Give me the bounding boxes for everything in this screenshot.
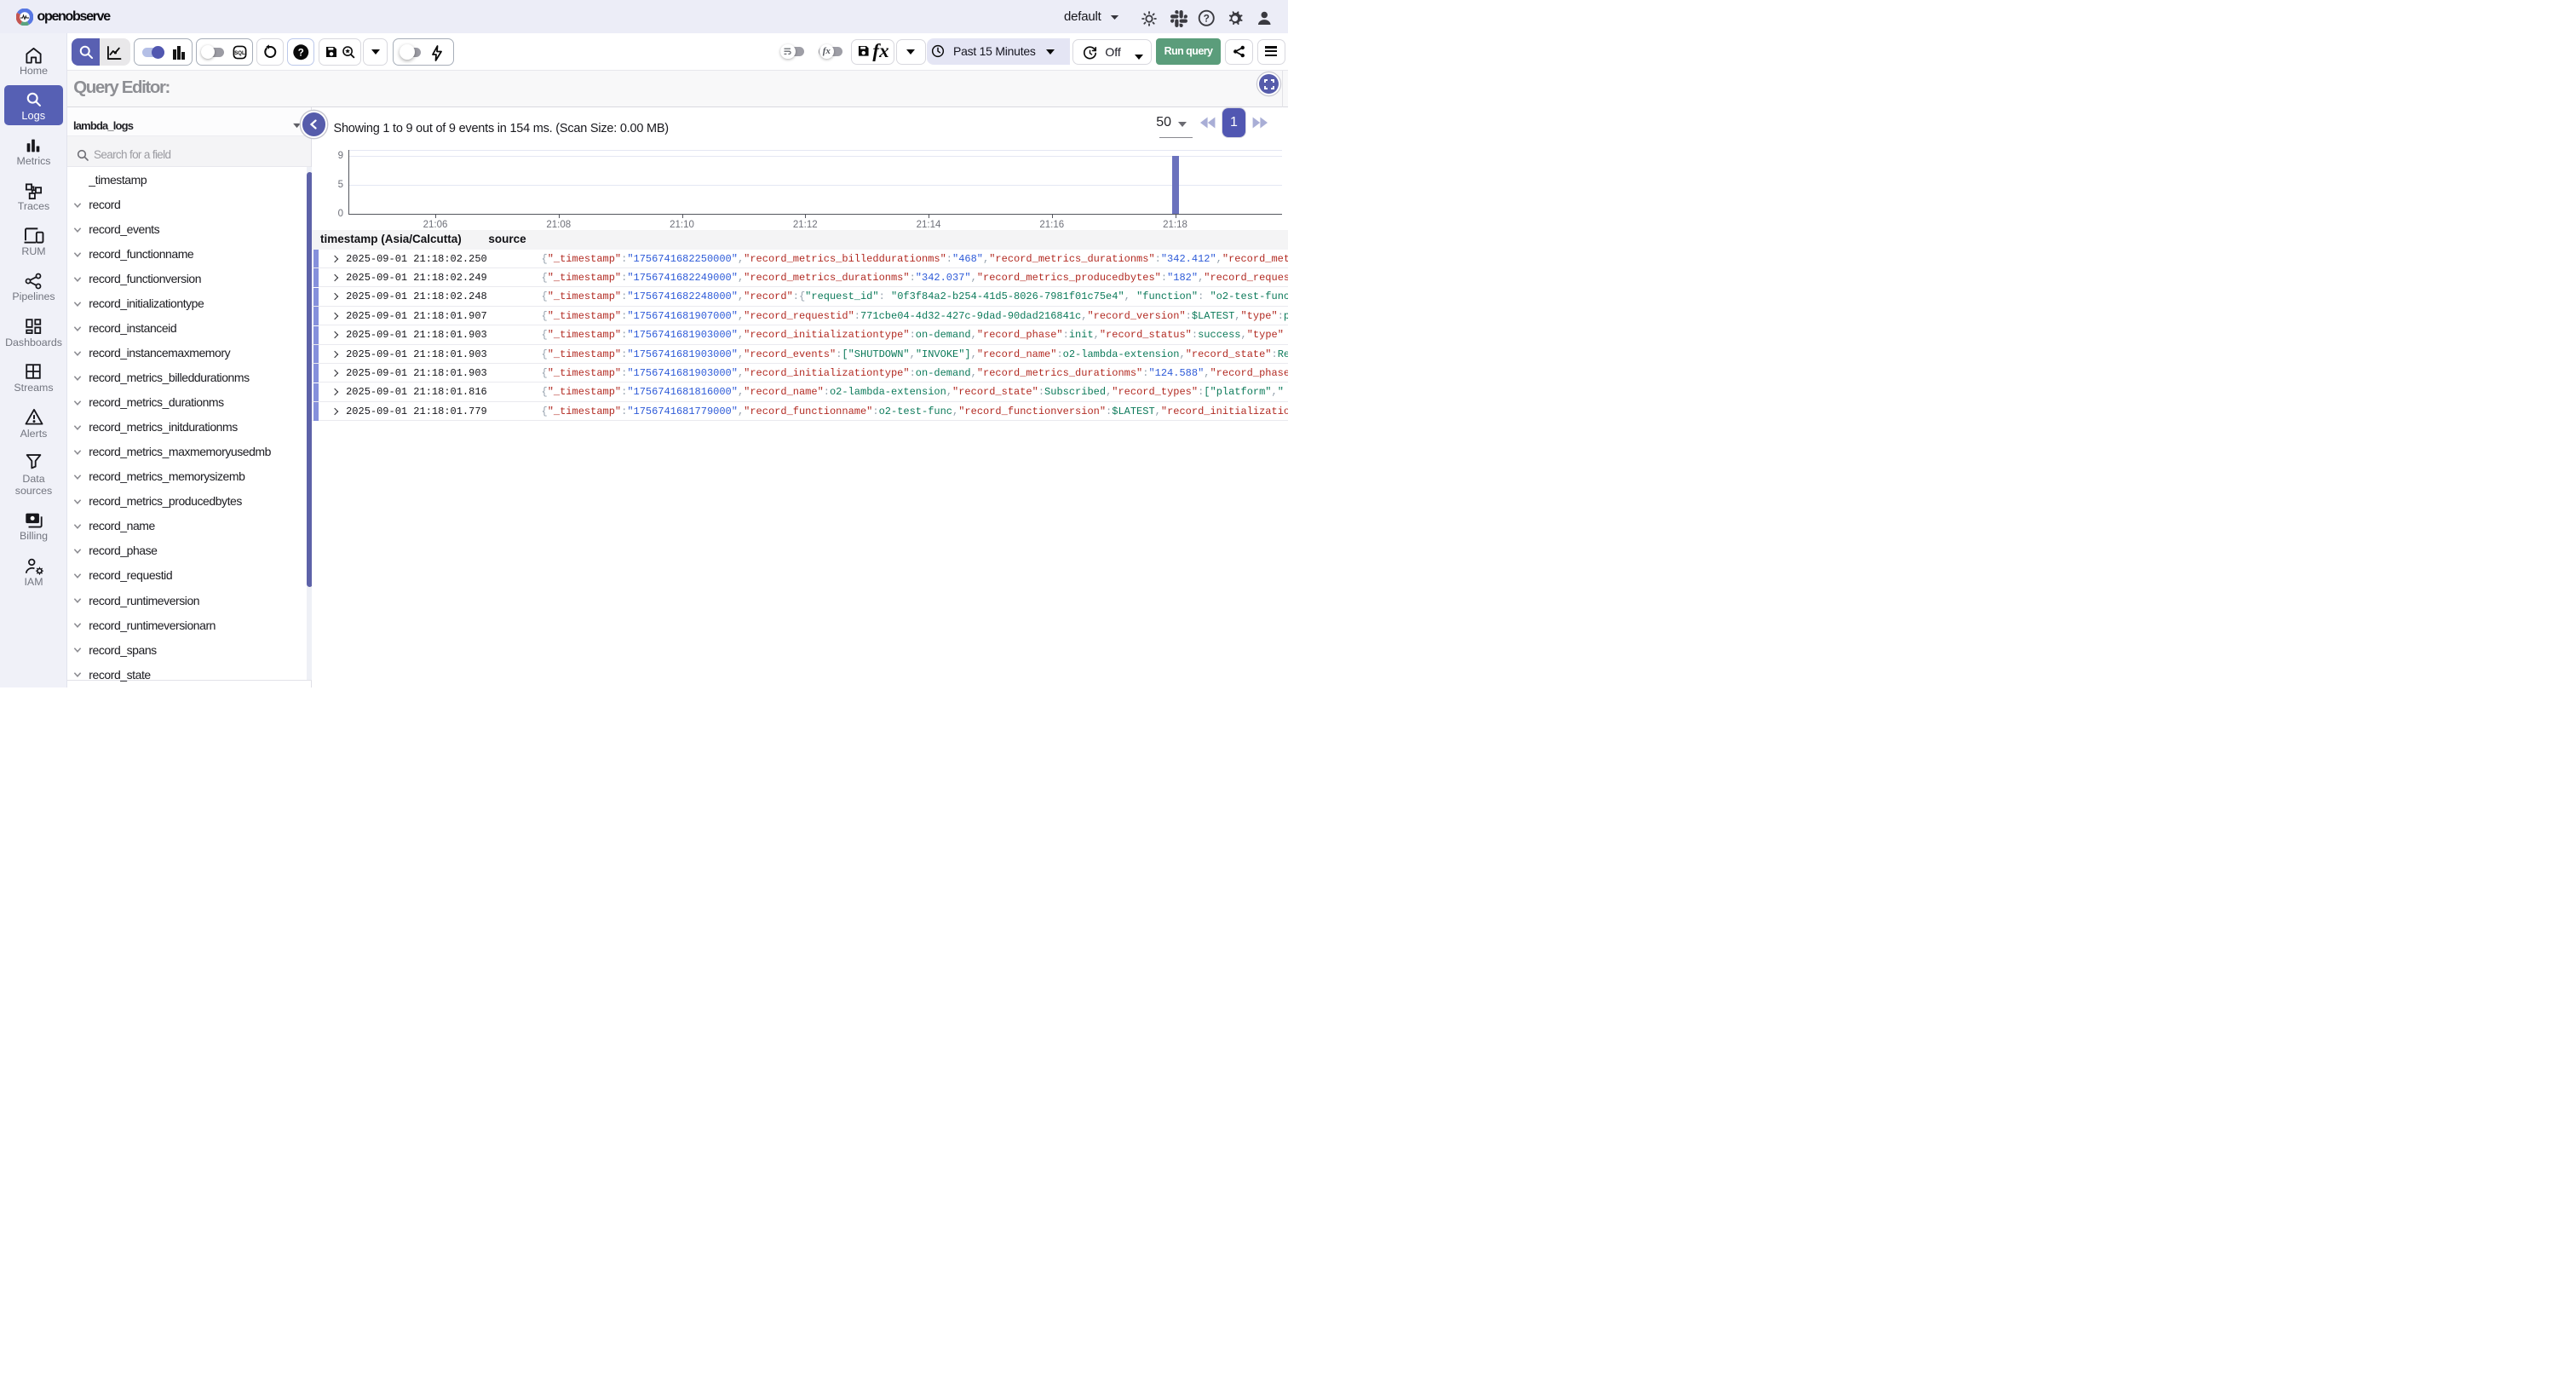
svg-text:SQL: SQL xyxy=(235,49,246,55)
svg-text:?: ? xyxy=(298,48,304,58)
svg-text:?: ? xyxy=(1203,13,1209,25)
